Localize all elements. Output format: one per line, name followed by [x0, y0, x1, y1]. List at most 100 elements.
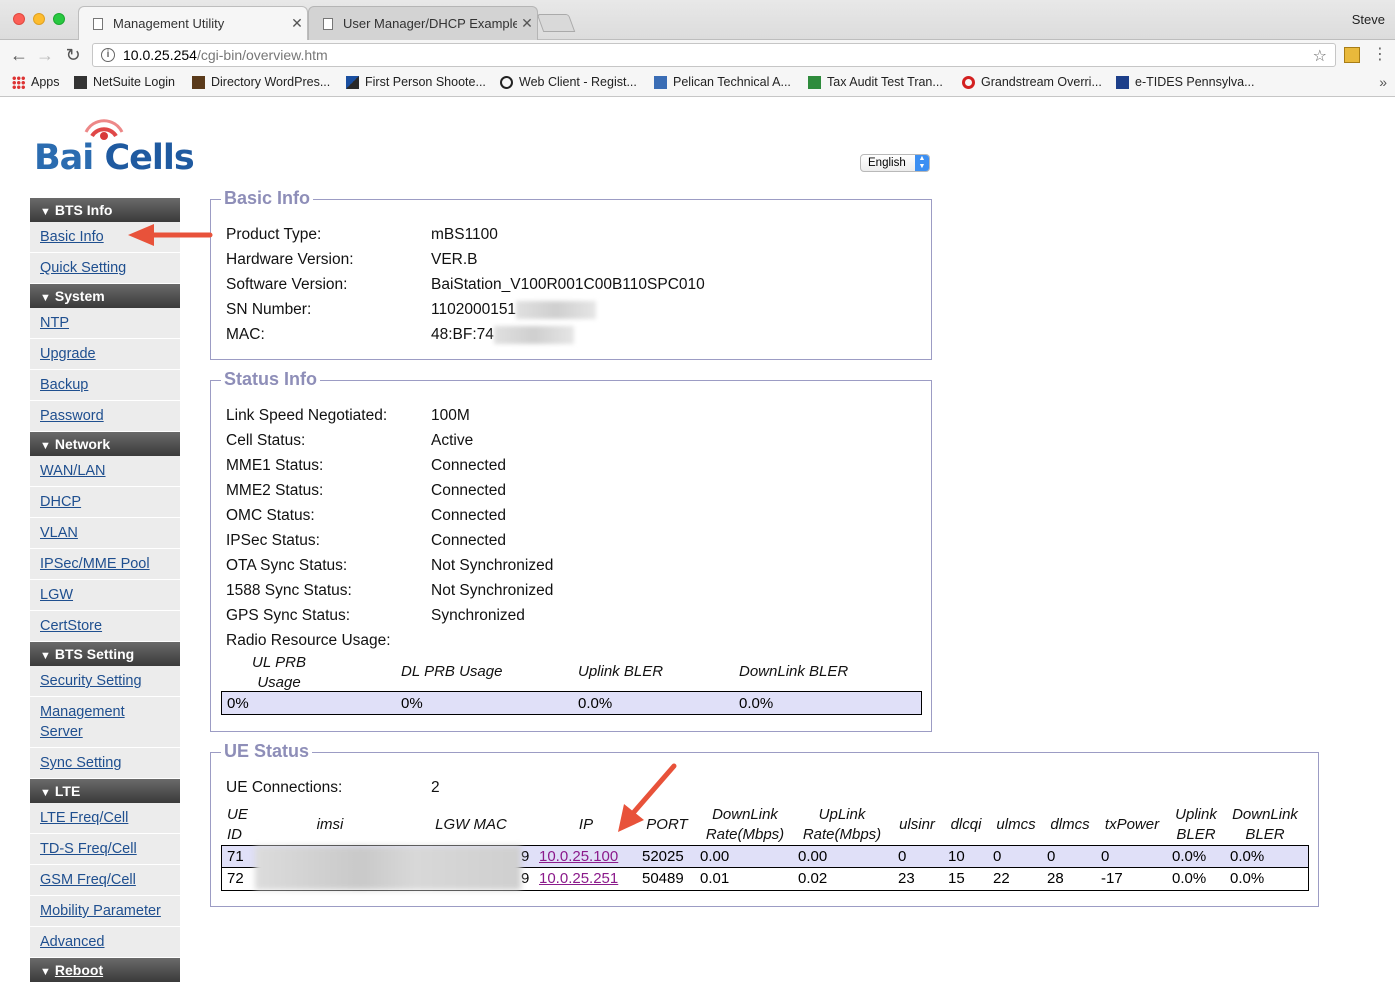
- url-path: /cgi-bin/overview.htm: [196, 47, 328, 63]
- minimize-window-button[interactable]: [33, 13, 45, 25]
- tab-management-utility[interactable]: Management Utility ✕: [78, 6, 308, 40]
- sidebar-item-management-server[interactable]: Management Server: [30, 697, 180, 748]
- sidebar-item-mobility-parameter[interactable]: Mobility Parameter: [30, 896, 180, 927]
- directory-icon: [192, 75, 205, 89]
- sidebar-section-lte[interactable]: ▼ LTE: [30, 779, 180, 803]
- link[interactable]: VLAN: [40, 525, 78, 541]
- usage-header: UL PRB Usage: [252, 654, 306, 691]
- sidebar-section-bts-setting[interactable]: ▼ BTS Setting: [30, 642, 180, 666]
- link[interactable]: TD-S Freq/Cell: [40, 841, 137, 857]
- sidebar-item-certstore[interactable]: CertStore: [30, 611, 180, 642]
- reboot-link[interactable]: Reboot: [55, 962, 103, 978]
- sidebar-item-lte-freq-cell[interactable]: LTE Freq/Cell: [30, 803, 180, 834]
- more-bookmarks-icon[interactable]: »: [1379, 74, 1387, 90]
- close-window-button[interactable]: [13, 13, 25, 25]
- sidebar-section-bts-info[interactable]: ▼ BTS Info: [30, 198, 180, 222]
- link[interactable]: DHCP: [40, 494, 81, 510]
- usage-header: DL PRB Usage: [401, 663, 503, 680]
- link[interactable]: Advanced: [40, 934, 105, 950]
- bookmark-apps[interactable]: Apps: [12, 75, 60, 89]
- profile-name[interactable]: Steve: [1352, 12, 1385, 27]
- usage-value: 0.0%: [578, 695, 613, 712]
- link[interactable]: GSM Freq/Cell: [40, 872, 136, 888]
- sidebar-item-dhcp[interactable]: DHCP: [30, 487, 180, 518]
- status-info-legend: Status Info: [221, 369, 320, 390]
- extension-icon[interactable]: [1344, 47, 1360, 63]
- tab-user-manager[interactable]: User Manager/DHCP Example ✕: [308, 6, 538, 40]
- bookmark-fps[interactable]: First Person Shoote...: [346, 75, 486, 89]
- reload-icon[interactable]: ↻: [62, 44, 84, 66]
- web-client-icon: [500, 75, 513, 89]
- link[interactable]: Upgrade: [40, 346, 96, 362]
- link[interactable]: Sync Setting: [40, 755, 121, 771]
- sidebar-item-wan-lan[interactable]: WAN/LAN: [30, 456, 180, 487]
- sidebar-item-basic-info[interactable]: Basic Info: [30, 222, 180, 253]
- bookmark-directory[interactable]: Directory WordPres...: [192, 75, 330, 89]
- sidebar-item-tds-freq-cell[interactable]: TD-S Freq/Cell: [30, 834, 180, 865]
- link[interactable]: CertStore: [40, 618, 102, 634]
- link[interactable]: Backup: [40, 377, 88, 393]
- link[interactable]: Basic Info: [40, 229, 104, 245]
- grandstream-icon: [962, 75, 975, 89]
- maximize-window-button[interactable]: [53, 13, 65, 25]
- link[interactable]: Password: [40, 408, 104, 424]
- basic-info-legend: Basic Info: [221, 188, 314, 209]
- ue-status-legend: UE Status: [221, 741, 313, 762]
- status-info-panel: Status Info Link Speed Negotiated: 100M C…: [210, 369, 932, 732]
- ue-col-header: DownLink BLER: [1232, 806, 1298, 843]
- sidebar-section-network[interactable]: ▼ Network: [30, 432, 180, 456]
- link[interactable]: LGW: [40, 587, 73, 603]
- sidebar-item-vlan[interactable]: VLAN: [30, 518, 180, 549]
- bookmark-web-client[interactable]: Web Client - Regist...: [500, 75, 637, 89]
- tab-label: User Manager/DHCP Example: [343, 16, 517, 31]
- dlmcs-cell: 28: [1047, 870, 1064, 887]
- link[interactable]: NTP: [40, 315, 69, 331]
- sidebar-item-security-setting[interactable]: Security Setting: [30, 666, 180, 697]
- bookmark-label: NetSuite Login: [93, 75, 176, 89]
- ue-status-panel: UE Status UE Connections: 2 UE ID imsi LG…: [210, 741, 1319, 907]
- menu-icon[interactable]: ⋮: [1372, 44, 1388, 64]
- sidebar-item-quick-setting[interactable]: Quick Setting: [30, 253, 180, 284]
- info-icon[interactable]: i: [101, 48, 115, 62]
- ue-ip-link[interactable]: 10.0.25.100: [539, 848, 618, 865]
- uplink-rate-cell: 0.02: [798, 870, 828, 887]
- sidebar-section-system[interactable]: ▼ System: [30, 284, 180, 308]
- sidebar-section-reboot[interactable]: ▼ Reboot: [30, 958, 180, 982]
- new-tab-button[interactable]: [536, 14, 576, 32]
- sidebar-item-gsm-freq-cell[interactable]: GSM Freq/Cell: [30, 865, 180, 896]
- bookmark-pelican[interactable]: Pelican Technical A...: [654, 75, 791, 89]
- close-icon[interactable]: ✕: [517, 15, 537, 32]
- link[interactable]: Security Setting: [40, 673, 142, 689]
- link[interactable]: IPSec/MME Pool: [40, 556, 150, 572]
- sidebar-item-ipsec-mme-pool[interactable]: IPSec/MME Pool: [30, 549, 180, 580]
- sidebar-item-password[interactable]: Password: [30, 401, 180, 432]
- forward-arrow-icon[interactable]: →: [34, 44, 56, 66]
- back-arrow-icon[interactable]: ←: [8, 44, 30, 66]
- language-select[interactable]: English ▲ ▼: [860, 154, 930, 172]
- sidebar-item-ntp[interactable]: NTP: [30, 308, 180, 339]
- uplink-bler-cell: 0.0%: [1172, 870, 1207, 887]
- sidebar-item-sync-setting[interactable]: Sync Setting: [30, 748, 180, 779]
- address-bar[interactable]: i 10.0.25.254/cgi-bin/overview.htm ☆: [92, 43, 1336, 67]
- bookmark-star-icon[interactable]: ☆: [1313, 46, 1327, 66]
- bookmark-grandstream[interactable]: Grandstream Overri...: [962, 75, 1102, 89]
- link[interactable]: Quick Setting: [40, 260, 126, 276]
- sidebar-item-upgrade[interactable]: Upgrade: [30, 339, 180, 370]
- bookmark-netsuite[interactable]: NetSuite Login: [74, 75, 175, 89]
- bookmarks-bar: Apps NetSuite Login Directory WordPres..…: [0, 70, 1395, 97]
- ue-ip-link[interactable]: 10.0.25.251: [539, 870, 618, 887]
- sidebar-item-advanced[interactable]: Advanced: [30, 927, 180, 958]
- url-host: 10.0.25.254: [123, 47, 197, 63]
- link[interactable]: Mobility Parameter: [40, 903, 161, 919]
- bookmark-etides[interactable]: e-TIDES Pennsylva...: [1116, 75, 1255, 89]
- language-value: English: [868, 157, 906, 169]
- link[interactable]: WAN/LAN: [40, 463, 106, 479]
- sidebar-item-lgw[interactable]: LGW: [30, 580, 180, 611]
- link[interactable]: Management Server: [40, 702, 140, 742]
- basic-info-panel: Basic Info Product Type: mBS1100 Hardware…: [210, 188, 932, 360]
- ue-col-header: UE ID: [227, 806, 248, 843]
- sidebar-item-backup[interactable]: Backup: [30, 370, 180, 401]
- bookmark-tax-audit[interactable]: Tax Audit Test Tran...: [808, 75, 943, 89]
- close-icon[interactable]: ✕: [287, 15, 307, 32]
- link[interactable]: LTE Freq/Cell: [40, 810, 128, 826]
